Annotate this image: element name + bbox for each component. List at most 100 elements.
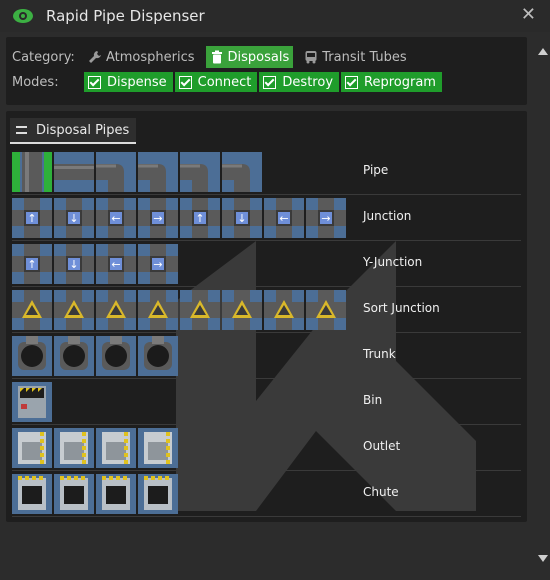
pipe-variant-button[interactable] (54, 152, 94, 192)
pipe-sprite-icon (54, 290, 94, 330)
pipe-variant-list (12, 152, 264, 192)
pipe-type-name: Trunk (363, 347, 396, 361)
svg-text:→: → (153, 212, 162, 225)
mode-connect-toggle[interactable]: Connect (174, 72, 258, 92)
pipe-variant-button[interactable]: → (138, 244, 178, 284)
pipe-type-name: Bin (363, 393, 383, 407)
pipe-variant-button[interactable] (54, 290, 94, 330)
bus-icon (305, 51, 317, 64)
scroll-down-icon[interactable] (538, 555, 548, 562)
pipe-variant-list (12, 290, 348, 330)
pipe-sprite-icon (12, 290, 52, 330)
eye-icon (13, 9, 33, 23)
pipe-sprite-icon (96, 290, 136, 330)
pipe-variant-button[interactable] (138, 336, 178, 376)
pipe-variant-button[interactable]: ↑ (12, 198, 52, 238)
pipe-variant-button[interactable] (138, 474, 178, 514)
svg-text:→: → (321, 212, 330, 225)
pipe-variant-button[interactable]: ← (96, 244, 136, 284)
pipe-variant-button[interactable] (222, 152, 262, 192)
pipe-type-name: Chute (363, 485, 399, 499)
mode-label: Destroy (282, 74, 334, 90)
pipe-variant-button[interactable]: ↓ (222, 198, 262, 238)
pipe-variant-button[interactable] (264, 290, 304, 330)
pipe-variant-button[interactable] (54, 474, 94, 514)
pipe-variant-button[interactable] (306, 290, 346, 330)
checkbox-icon (178, 75, 192, 89)
pipe-variant-button[interactable] (12, 152, 52, 192)
trash-icon (211, 50, 222, 64)
pipe-sprite-icon: → (138, 244, 178, 284)
pipe-variant-button[interactable]: ← (264, 198, 304, 238)
pipe-variant-button[interactable] (96, 474, 136, 514)
pipe-variant-button[interactable]: ↑ (180, 198, 220, 238)
pipe-type-name: Outlet (363, 439, 401, 453)
pipe-sprite-icon (102, 336, 130, 370)
pipe-variant-button[interactable] (12, 290, 52, 330)
mode-label: Reprogram (364, 74, 436, 90)
svg-text:→: → (153, 258, 162, 271)
svg-text:↑: ↑ (27, 212, 36, 225)
pipe-sprite-icon (138, 290, 178, 330)
mode-reprogram-toggle[interactable]: Reprogram (341, 72, 442, 92)
pipe-variant-button[interactable] (138, 428, 178, 468)
pipe-sprite-icon (60, 432, 88, 464)
pipe-variant-button[interactable]: ← (96, 198, 136, 238)
tab-disposal-pipes[interactable]: Disposal Pipes (10, 118, 137, 144)
pipe-sprite-icon (138, 164, 166, 192)
pipe-variant-button[interactable]: ↓ (54, 198, 94, 238)
pipe-row: Trunk (12, 333, 521, 379)
pipe-variant-button[interactable] (96, 336, 136, 376)
wrench-icon (89, 51, 101, 63)
pipe-sprite-icon (264, 290, 304, 330)
pipe-variant-button[interactable] (96, 152, 136, 192)
pipe-variant-button[interactable] (180, 290, 220, 330)
pipe-sprite-icon: ↓ (54, 198, 94, 238)
pipe-variant-button[interactable] (96, 428, 136, 468)
pipe-sprite-icon: → (138, 198, 178, 238)
pipe-variant-button[interactable] (54, 336, 94, 376)
scrollbar[interactable] (536, 40, 550, 572)
category-atmospherics[interactable]: Atmospherics (84, 46, 199, 68)
filter-panel: Category: Atmospherics Disposals Transit… (6, 37, 527, 105)
mode-destroy-toggle[interactable]: Destroy (259, 72, 340, 92)
tab-label: Disposal Pipes (36, 122, 130, 138)
category-label-atmospherics: Atmospherics (106, 49, 195, 65)
pipe-variant-button[interactable] (222, 290, 262, 330)
pipe-variant-button[interactable] (12, 428, 52, 468)
pipe-type-name: Pipe (363, 163, 389, 177)
pipe-variant-button[interactable] (138, 290, 178, 330)
pipe-variant-button[interactable] (54, 428, 94, 468)
pipe-variant-button[interactable]: → (306, 198, 346, 238)
pipe-row: Pipe (12, 149, 521, 195)
pipe-sprite-icon (102, 476, 130, 510)
pipe-row: ↑ ↓ ← → Y-Junction (12, 241, 521, 287)
pipe-list-panel: Disposal Pipes Pipe ↑ ↓ ← → ↑ ↓ ← → Junction ↑ ↓ ← → Y… (6, 111, 527, 522)
scroll-up-icon[interactable] (538, 48, 548, 55)
pipe-variant-button[interactable]: ↓ (54, 244, 94, 284)
close-icon[interactable]: ✕ (521, 4, 536, 25)
svg-text:↑: ↑ (27, 258, 36, 271)
pipe-variant-button[interactable] (12, 382, 52, 422)
pipe-row: Sort Junction (12, 287, 521, 333)
pipe-variant-button[interactable]: → (138, 198, 178, 238)
window-title: Rapid Pipe Dispenser (46, 7, 205, 25)
pipe-sprite-icon: ← (96, 198, 136, 238)
pipe-variant-button[interactable] (12, 474, 52, 514)
pipe-variant-button[interactable] (12, 336, 52, 376)
pipe-variant-button[interactable] (180, 152, 220, 192)
checkbox-icon (263, 75, 277, 89)
checkbox-icon (88, 75, 101, 89)
pipe-variant-button[interactable] (138, 152, 178, 192)
modes-row: Modes: Dispense Connect Destroy Reprogra… (12, 72, 444, 92)
pipe-sprite-icon (60, 476, 88, 510)
pipe-sprite-icon: ↑ (12, 244, 52, 284)
pipe-sprite-icon: ↑ (180, 198, 220, 238)
pipe-variant-button[interactable] (96, 290, 136, 330)
pipe-sprite-icon (222, 290, 262, 330)
mode-dispense-toggle[interactable]: Dispense (84, 72, 173, 92)
pipe-variant-button[interactable]: ↑ (12, 244, 52, 284)
mode-label: Dispense (107, 74, 167, 90)
category-transit-tubes[interactable]: Transit Tubes (300, 46, 410, 68)
category-disposals[interactable]: Disposals (205, 46, 294, 68)
